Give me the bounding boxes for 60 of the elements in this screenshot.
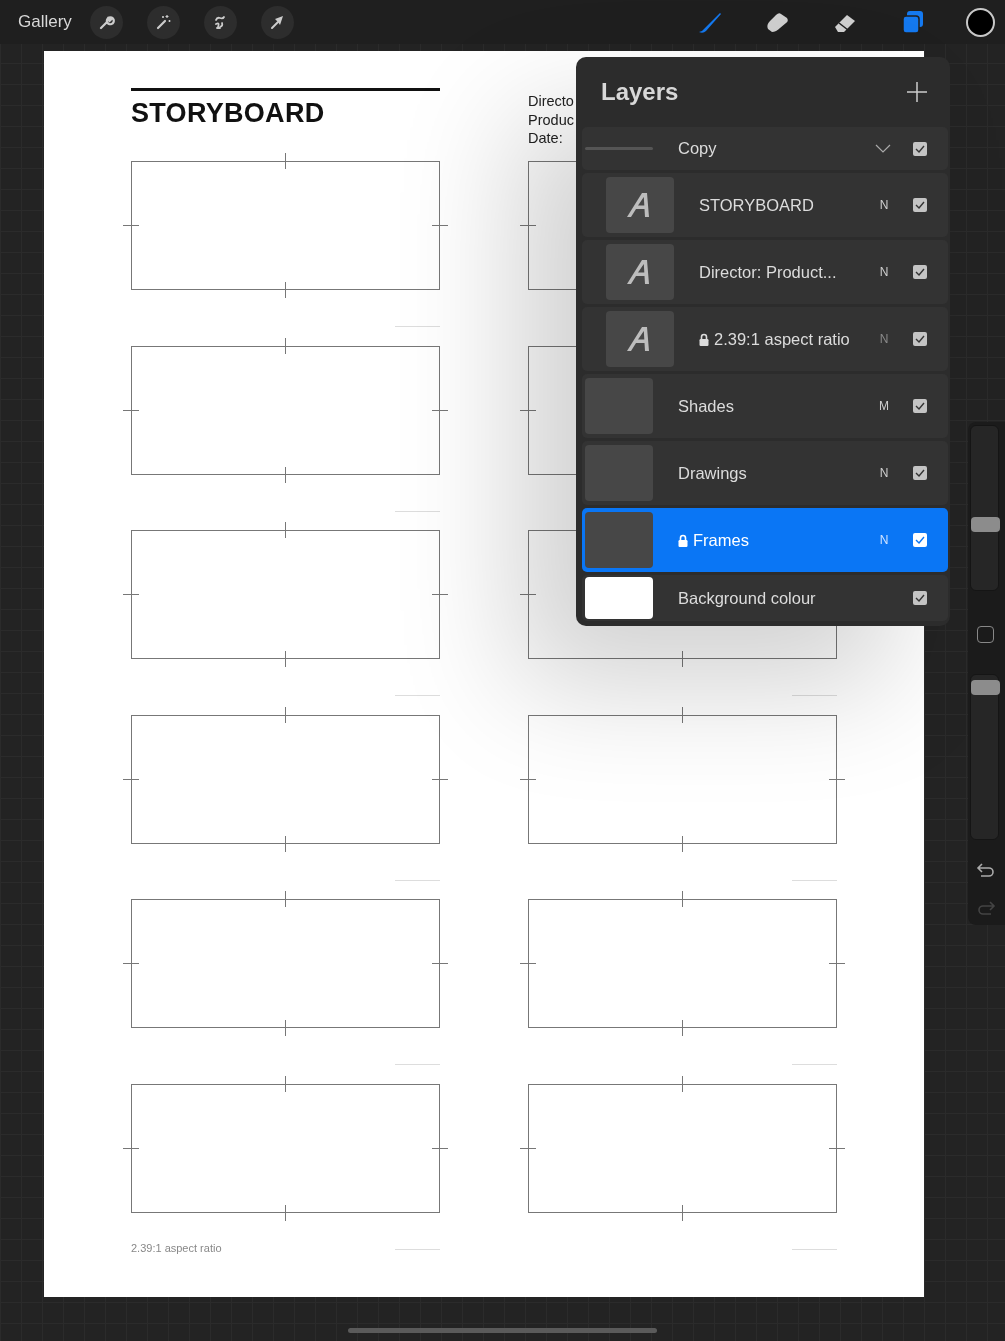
group-line [585,147,653,150]
visibility-checkbox[interactable] [913,533,927,547]
footer-note: 2.39:1 aspect ratio [131,1242,222,1254]
slider-track[interactable] [970,674,999,840]
layer-row[interactable]: Shades M [582,374,948,438]
layer-name: 2.39:1 aspect ratio [699,326,877,352]
layer-name: Copy [678,138,718,160]
gallery-button[interactable]: Gallery [18,9,72,35]
visibility-checkbox[interactable] [913,198,927,212]
visibility-checkbox[interactable] [913,591,927,605]
caption-line [395,510,440,512]
layer-name: Background colour [678,587,817,609]
add-icon[interactable] [906,81,928,103]
blend-mode[interactable]: N [877,263,891,281]
layer-name: STORYBOARD [699,194,815,216]
caption-line [792,1248,837,1250]
storyboard-title: STORYBOARD [131,100,326,127]
caption-line [792,879,837,881]
blend-mode[interactable]: N [877,196,891,214]
visibility-checkbox[interactable] [913,466,927,480]
layer-row[interactable]: Director: Product... N [582,240,948,304]
lock-icon [699,332,709,346]
visibility-checkbox[interactable] [913,399,927,413]
caption-line [395,695,440,696]
caption-line [395,326,440,327]
layer-name: Director: Product... [699,261,838,283]
layer-row[interactable]: Background colour [582,575,948,621]
layer-group-row[interactable]: Copy [582,127,948,170]
info-label: Produc [528,110,574,129]
slider-thumb[interactable] [971,679,1000,695]
caption-line [395,879,440,881]
caption-line [395,1064,440,1065]
modify-button[interactable] [977,626,994,643]
layer-name: Frames [678,527,877,553]
layer-name: Drawings [678,462,748,484]
blend-mode[interactable]: N [877,464,891,482]
caption-line [792,695,837,696]
visibility-checkbox[interactable] [913,265,927,279]
lock-icon [678,533,688,547]
blend-mode[interactable]: N [877,330,891,348]
slider-track[interactable] [970,425,999,591]
color-swatch[interactable] [966,7,995,37]
magic-wand-icon[interactable] [146,5,180,39]
layer-row[interactable]: Drawings N [582,441,948,505]
visibility-checkbox[interactable] [913,141,927,156]
slider-thumb[interactable] [971,516,1000,532]
panel-title: Layers [601,77,679,107]
blend-mode[interactable]: M [877,397,891,415]
info-label: Directo [528,92,574,111]
caption-line [792,1064,837,1065]
caption-line [395,1248,440,1250]
layer-name: Shades [678,395,735,417]
layer-row[interactable]: Frames N [582,508,948,572]
layer-row[interactable]: 2.39:1 aspect ratio N [582,307,948,371]
visibility-checkbox[interactable] [913,332,927,346]
chevron-icon[interactable] [875,144,891,153]
layer-thumbnail [585,577,653,619]
layer-thumbnail [585,512,653,568]
layer-row[interactable]: STORYBOARD N [582,173,948,237]
info-label: Date: [528,129,563,148]
